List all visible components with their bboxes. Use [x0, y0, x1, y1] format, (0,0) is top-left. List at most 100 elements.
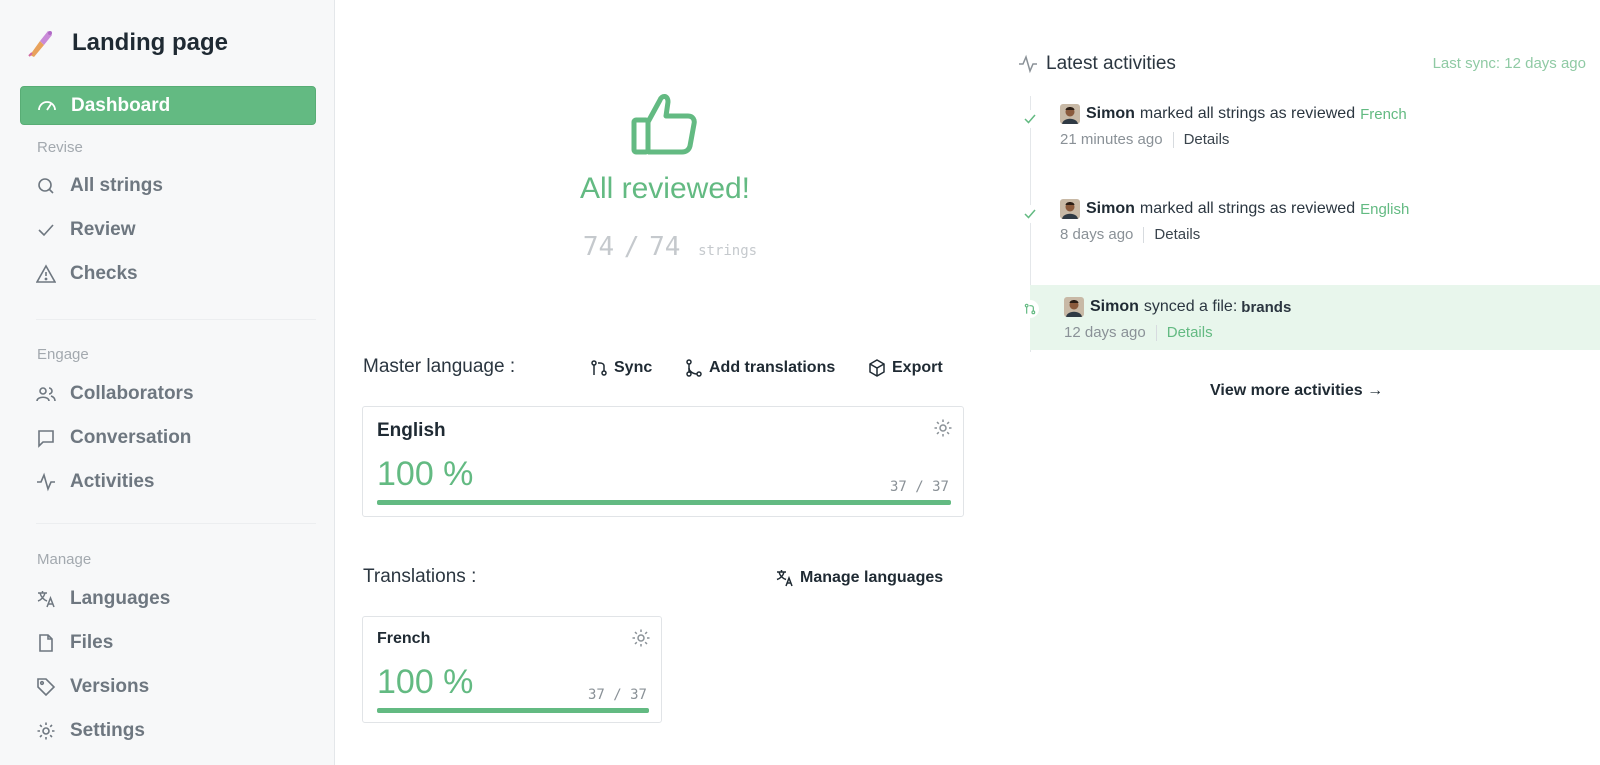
language-name: French — [377, 630, 431, 647]
sidebar-item-label: Settings — [70, 720, 145, 741]
sidebar-item-label: Conversation — [70, 427, 192, 448]
activity-icon — [1019, 54, 1037, 74]
sidebar-item-label: Review — [70, 219, 136, 240]
activity-text: Simon marked all strings as reviewed Fre… — [1060, 104, 1407, 124]
activity-time: 12 days ago — [1064, 324, 1146, 341]
sidebar-item-settings[interactable]: Settings — [36, 717, 145, 745]
sidebar-item-checks[interactable]: Checks — [36, 260, 138, 288]
git-pull-request-icon — [591, 360, 607, 376]
details-link[interactable]: Details — [1184, 131, 1230, 148]
activity-user[interactable]: Simon — [1090, 298, 1139, 316]
manage-languages-label: Manage languages — [800, 569, 944, 586]
project-header: Landing page — [26, 26, 228, 60]
activity-user[interactable]: Simon — [1086, 105, 1135, 123]
activity-target[interactable]: brands — [1241, 299, 1291, 316]
translation-language-card[interactable]: French 100 % 37 / 37 — [362, 616, 662, 723]
sidebar-item-conversation[interactable]: Conversation — [36, 424, 191, 452]
sidebar-item-label: Files — [70, 632, 114, 653]
nail-polish-logo-icon — [28, 31, 52, 57]
add-translations-button[interactable]: Add translations — [685, 356, 835, 380]
translate-icon — [776, 570, 793, 587]
activity-meta: 12 days ago Details — [1064, 324, 1213, 341]
add-translations-label: Add translations — [709, 359, 836, 376]
section-engage: Engage — [37, 346, 89, 363]
reviewed-count: 74 — [582, 232, 615, 262]
sidebar-item-review[interactable]: Review — [36, 216, 135, 244]
project-title: Landing page — [72, 29, 228, 56]
divider — [36, 319, 316, 320]
divider — [1143, 226, 1145, 243]
total-count: 74 — [649, 232, 681, 262]
progress-bar — [377, 708, 649, 713]
gear-icon[interactable] — [631, 628, 651, 648]
section-manage: Manage — [37, 551, 92, 568]
sidebar-item-label: All strings — [70, 175, 163, 196]
language-percent: 100 % — [377, 455, 474, 493]
last-sync-info: Last sync: 12 days ago — [1432, 55, 1586, 72]
check-icon — [38, 224, 54, 237]
sidebar-item-files[interactable]: Files — [36, 629, 113, 657]
activity-action: synced a file: — [1143, 298, 1238, 315]
details-link[interactable]: Details — [1154, 226, 1200, 243]
review-status-title: All reviewed! — [579, 172, 751, 205]
export-button[interactable]: Export — [868, 356, 943, 380]
activity-meta: 8 days ago Details — [1060, 226, 1200, 243]
package-icon — [869, 359, 885, 377]
thumbs-up-icon — [631, 94, 697, 155]
git-branch-icon — [686, 359, 702, 377]
language-count: 37 / 37 — [889, 479, 949, 495]
language-percent: 100 % — [377, 663, 474, 701]
tag-icon — [37, 678, 56, 697]
file-icon — [39, 634, 53, 652]
activity-icon — [37, 472, 55, 492]
chat-icon — [38, 430, 54, 448]
check-icon — [1021, 110, 1039, 128]
search-icon — [38, 178, 54, 194]
translations-label: Translations : — [363, 566, 477, 587]
sidebar-item-activities[interactable]: Activities — [36, 468, 154, 496]
translate-icon — [37, 591, 55, 608]
sidebar-item-all-strings[interactable]: All strings — [36, 172, 163, 200]
sidebar-item-collaborators[interactable]: Collaborators — [36, 380, 194, 408]
language-count: 37 / 37 — [587, 687, 647, 703]
sidebar-item-label: Collaborators — [70, 383, 194, 404]
activity-user[interactable]: Simon — [1086, 200, 1135, 218]
activity-item: Simon marked all strings as reviewed Eng… — [1021, 199, 1600, 255]
master-language-card[interactable]: English 100 % 37 / 37 — [362, 406, 964, 517]
activity-time: 8 days ago — [1060, 226, 1134, 243]
activity-target[interactable]: English — [1360, 201, 1409, 218]
activity-item-highlighted: Simon synced a file: brands 12 days ago … — [1021, 285, 1600, 350]
activity-text: Simon synced a file: brands — [1064, 297, 1291, 317]
sidebar-item-label: Versions — [70, 676, 150, 697]
language-name: English — [377, 420, 446, 441]
sidebar-item-label: Checks — [70, 263, 138, 284]
progress-bar-fill — [377, 708, 649, 713]
sidebar-item-dashboard[interactable]: Dashboard — [20, 86, 316, 125]
details-link[interactable]: Details — [1167, 324, 1213, 341]
sidebar-item-label: Activities — [70, 471, 155, 492]
sync-label: Sync — [614, 359, 653, 376]
activities-header: Latest activities — [1018, 51, 1176, 77]
sync-button[interactable]: Sync — [590, 356, 652, 380]
manage-languages-button[interactable]: Manage languages — [776, 566, 943, 590]
activity-target[interactable]: French — [1360, 106, 1407, 123]
activity-time: 21 minutes ago — [1060, 131, 1163, 148]
sidebar-item-versions[interactable]: Versions — [36, 673, 149, 701]
review-count: 74 / 74 strings — [560, 232, 780, 262]
gauge-icon — [38, 100, 56, 110]
sidebar: Landing page Dashboard Revise All string… — [0, 0, 335, 765]
activity-meta: 21 minutes ago Details — [1060, 131, 1229, 148]
progress-bar — [377, 500, 951, 505]
check-icon — [1021, 205, 1039, 223]
gear-icon[interactable] — [933, 418, 953, 438]
view-more-activities-link[interactable]: View more activities → — [1210, 382, 1383, 400]
count-separator: / — [623, 232, 640, 262]
activities-title: Latest activities — [1046, 53, 1176, 74]
gear-icon — [37, 722, 55, 740]
section-revise: Revise — [37, 139, 83, 156]
sidebar-item-languages[interactable]: Languages — [36, 585, 170, 613]
progress-bar-fill — [377, 500, 951, 505]
divider — [1155, 324, 1157, 341]
sidebar-item-label: Dashboard — [71, 94, 171, 116]
activity-action: marked all strings as reviewed — [1139, 105, 1356, 122]
